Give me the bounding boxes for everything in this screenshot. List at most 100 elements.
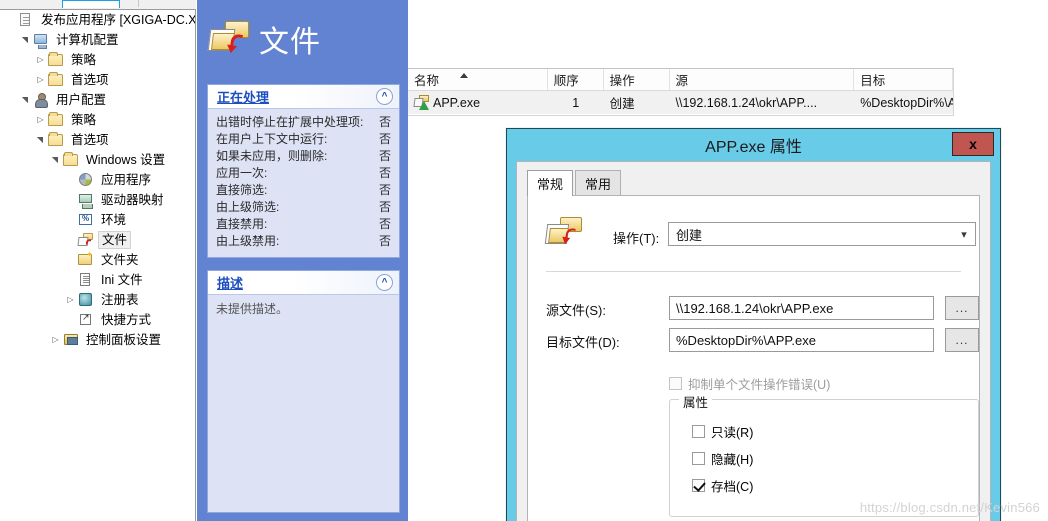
items-list-view[interactable]: 名称 顺序 操作 源 目标 APP.exe 1 创建 \\192.168.1.24\okr\A…: [408, 68, 954, 116]
tab-common[interactable]: 常用: [575, 170, 622, 195]
tree-item-2[interactable]: 策略: [0, 50, 195, 70]
processing-row: 由上级筛选: 否: [216, 199, 391, 216]
user-icon: [32, 92, 50, 108]
tab-panel-general: 操作(T): 创建 ▾ 源文件(S): \\192.168.1.24\okr\A…: [527, 195, 980, 521]
processing-row-value: 否: [378, 115, 391, 129]
tree-item-label: 注册表: [101, 293, 139, 307]
target-file-field: 目标文件(D): %DesktopDir%\APP.exe ...: [546, 328, 979, 352]
tree-item-4[interactable]: 用户配置: [0, 90, 195, 110]
chevron-up-icon[interactable]: ^: [376, 88, 393, 105]
suppress-errors-checkbox-row[interactable]: 抑制单个文件操作错误(U): [669, 374, 830, 393]
tree-item-1[interactable]: 计算机配置: [0, 30, 195, 50]
details-pane: 文件 正在处理 ^ 出错时停止在扩展中处理项: 否在用户上下文中运行: 否如果未应用…: [197, 0, 408, 521]
processing-row-key: 直接禁用:: [216, 217, 268, 231]
tree-item-7[interactable]: Windows 设置: [0, 150, 195, 170]
expander-icon[interactable]: [34, 70, 47, 90]
tree-item-10[interactable]: 环境: [0, 210, 195, 230]
tree-item-3[interactable]: 首选项: [0, 70, 195, 90]
archive-checkbox[interactable]: [692, 479, 705, 492]
source-file-input[interactable]: \\192.168.1.24\okr\APP.exe: [669, 296, 934, 320]
processing-row-key: 如果未应用，则删除:: [216, 149, 328, 163]
processing-panel-header[interactable]: 正在处理 ^: [208, 85, 399, 109]
description-panel: 描述 ^ 未提供描述。: [207, 270, 400, 513]
chevron-down-icon[interactable]: ▾: [953, 228, 975, 241]
tree-item-5[interactable]: 策略: [0, 110, 195, 130]
drive-map-icon: [77, 192, 95, 209]
expander-icon[interactable]: [34, 110, 47, 130]
target-file-input[interactable]: %DesktopDir%\APP.exe: [669, 328, 934, 352]
archive-checkbox-row[interactable]: 存档(C): [692, 476, 753, 495]
tree-item-11[interactable]: 文件: [0, 230, 195, 250]
files-icon: [207, 19, 253, 59]
expander-icon[interactable]: [49, 330, 62, 350]
tree-item-12[interactable]: 文件夹: [0, 250, 195, 270]
chevron-up-icon[interactable]: ^: [376, 274, 393, 291]
cell-action: 创建: [609, 97, 635, 111]
folder-icon: [47, 52, 65, 68]
list-column-header-1[interactable]: 顺序: [547, 69, 604, 90]
list-column-header-2[interactable]: 操作: [603, 69, 670, 90]
target-file-label: 目标文件(D):: [546, 335, 620, 350]
shortcut-icon: [77, 312, 95, 328]
target-file-browse-button[interactable]: ...: [945, 328, 979, 352]
list-body[interactable]: APP.exe 1 创建 \\192.168.1.24\okr\APP.... %Des…: [408, 91, 953, 114]
tree-item-9[interactable]: 驱动器映射: [0, 190, 195, 210]
description-text: 未提供描述。: [216, 302, 289, 316]
hidden-checkbox-row[interactable]: 隐藏(H): [692, 449, 753, 468]
expander-icon[interactable]: [19, 90, 32, 110]
list-column-header-4[interactable]: 目标: [854, 69, 953, 90]
expander-icon[interactable]: [49, 150, 62, 170]
tree-item-6[interactable]: 首选项: [0, 130, 195, 150]
processing-row-key: 应用一次:: [216, 166, 268, 180]
tab-general[interactable]: 常规: [527, 170, 574, 196]
readonly-checkbox[interactable]: [692, 425, 705, 438]
source-file-field: 源文件(S): \\192.168.1.24\okr\APP.exe ...: [546, 296, 979, 320]
tree-item-label: 发布应用程序 [XGIGA-DC.XGI: [41, 13, 196, 27]
separator: [546, 271, 961, 272]
tree-item-16[interactable]: 控制面板设置: [0, 330, 195, 350]
expander-icon[interactable]: [34, 130, 47, 150]
dialog-tabs[interactable]: 常规 常用: [527, 170, 990, 196]
suppress-errors-checkbox[interactable]: [669, 377, 682, 390]
page-title: 文件: [259, 26, 321, 59]
files-icon: [77, 232, 95, 248]
tree-item-label: 策略: [71, 53, 97, 67]
action-dropdown[interactable]: 创建 ▾: [668, 222, 976, 246]
hidden-checkbox[interactable]: [692, 452, 705, 465]
description-panel-header[interactable]: 描述 ^: [208, 271, 399, 295]
tree-item-0[interactable]: 发布应用程序 [XGIGA-DC.XGI: [0, 10, 195, 30]
list-header-row[interactable]: 名称 顺序 操作 源 目标: [408, 69, 953, 91]
expander-icon[interactable]: [19, 30, 32, 50]
active-tab-indicator[interactable]: [62, 0, 120, 8]
list-column-header-3[interactable]: 源: [669, 69, 855, 90]
tree-item-label: 驱动器映射: [101, 193, 164, 207]
registry-icon: [77, 292, 95, 308]
tree-item-14[interactable]: 注册表: [0, 290, 195, 310]
readonly-checkbox-row[interactable]: 只读(R): [692, 422, 753, 441]
expander-icon[interactable]: [34, 50, 47, 70]
tree-item-15[interactable]: 快捷方式: [0, 310, 195, 330]
tree-item-8[interactable]: 应用程序: [0, 170, 195, 190]
list-column-header-0[interactable]: 名称: [408, 69, 548, 90]
folder-icon: [62, 152, 80, 168]
table-row[interactable]: APP.exe 1 创建 \\192.168.1.24\okr\APP.... %Des…: [408, 91, 953, 114]
processing-row-key: 由上级筛选:: [216, 200, 280, 214]
dialog-title-bar[interactable]: APP.exe 属性 x: [507, 129, 1000, 161]
document-icon: [17, 12, 35, 28]
ini-file-icon: [77, 272, 95, 288]
tree-item-label: 首选项: [71, 133, 109, 147]
processing-panel-title: 正在处理: [217, 90, 270, 105]
close-icon[interactable]: x: [952, 132, 994, 156]
processing-row-key: 由上级禁用:: [216, 234, 280, 248]
list-column-label: 源: [675, 74, 689, 88]
tree-item-label: 文件: [98, 231, 132, 249]
source-file-browse-button[interactable]: ...: [945, 296, 979, 320]
expander-icon[interactable]: [64, 290, 77, 310]
description-panel-title: 描述: [217, 276, 244, 291]
navigation-tree-pane[interactable]: 发布应用程序 [XGIGA-DC.XGI计算机配置策略首选项用户配置策略首选项W…: [0, 9, 196, 521]
tree-item-13[interactable]: Ini 文件: [0, 270, 195, 290]
cell-source: \\192.168.1.24\okr\APP....: [675, 95, 818, 110]
list-column-label: 名称: [414, 74, 440, 88]
properties-dialog[interactable]: APP.exe 属性 x 常规 常用 操作(T): 创建 ▾ 源文件(S): \…: [506, 128, 1001, 521]
